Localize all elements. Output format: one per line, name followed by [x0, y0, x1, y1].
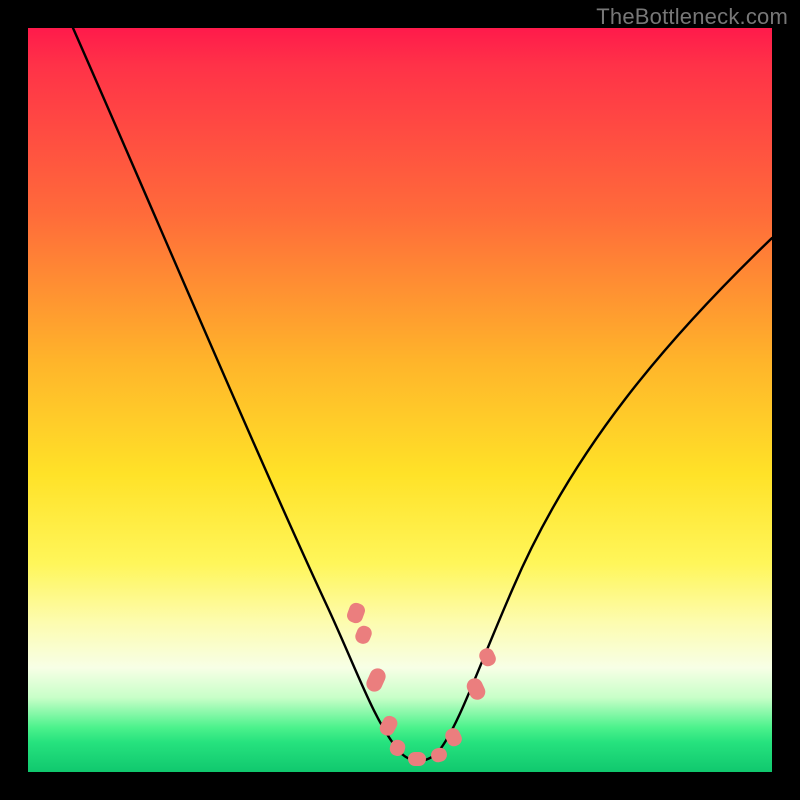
marker-dot — [408, 752, 426, 766]
marker-dot — [443, 726, 464, 749]
marker-dot — [364, 666, 388, 694]
marker-dot — [429, 746, 448, 764]
plot-area — [28, 28, 772, 772]
curve-markers — [345, 601, 498, 766]
watermark-text: TheBottleneck.com — [596, 4, 788, 30]
marker-dot — [377, 713, 400, 738]
chart-frame: TheBottleneck.com — [0, 0, 800, 800]
marker-dot — [353, 624, 374, 646]
bottleneck-curve — [28, 28, 772, 772]
marker-dot — [345, 601, 367, 625]
curve-path — [73, 28, 772, 761]
